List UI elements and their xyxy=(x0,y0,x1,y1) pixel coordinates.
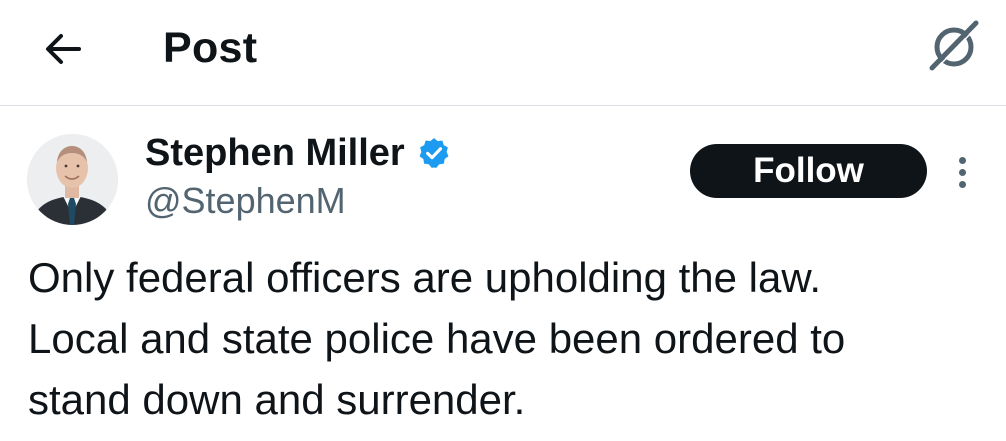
more-button[interactable] xyxy=(944,147,980,197)
avatar-image xyxy=(27,134,118,225)
more-vertical-icon-dot xyxy=(958,180,966,188)
post: Stephen Miller @StephenM Follow Only fed… xyxy=(0,107,1006,441)
verified-badge[interactable] xyxy=(417,136,451,170)
grok-button[interactable] xyxy=(924,16,984,76)
grok-icon xyxy=(929,20,980,72)
author-name-row: Stephen Miller xyxy=(145,129,451,177)
avatar[interactable] xyxy=(27,134,118,225)
author-handle[interactable]: @StephenM xyxy=(145,179,346,223)
arrow-left-icon xyxy=(46,34,81,64)
more-vertical-icon-dot xyxy=(958,168,966,176)
verified-badge-icon xyxy=(419,138,449,168)
top-bar: Post xyxy=(0,0,1006,106)
page-title: Post xyxy=(163,24,258,72)
post-text: Only federal officers are upholding the … xyxy=(28,254,846,423)
back-button[interactable] xyxy=(38,24,88,74)
more-vertical-icon xyxy=(958,156,966,164)
author-name[interactable]: Stephen Miller xyxy=(145,129,405,177)
follow-button[interactable]: Follow xyxy=(690,144,927,198)
